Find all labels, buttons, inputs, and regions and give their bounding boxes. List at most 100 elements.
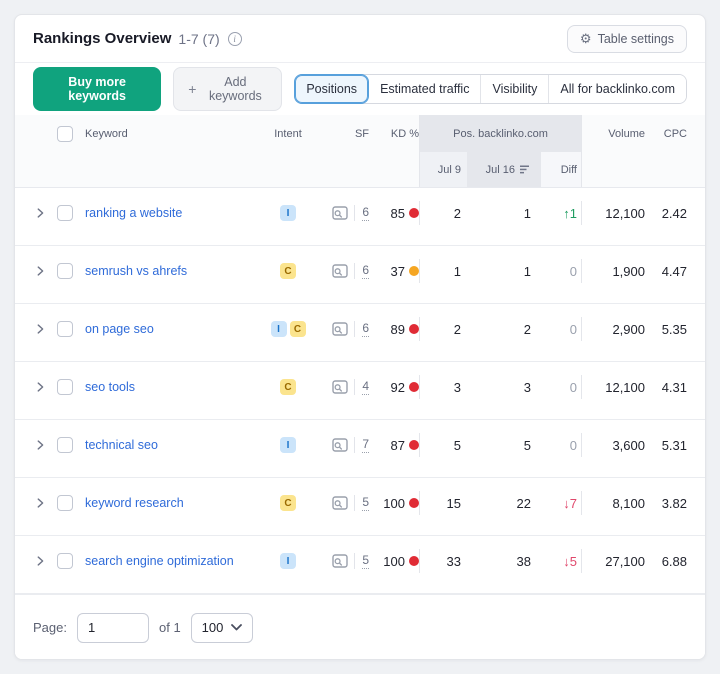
serp-features-icon[interactable] [332, 496, 348, 510]
intent-badge-c[interactable]: C [280, 495, 296, 511]
keyword-link[interactable]: search engine optimization [85, 554, 234, 568]
intent-badge-c[interactable]: C [280, 263, 296, 279]
subheader-cpc-spacer [645, 152, 687, 187]
intent-badges: C [265, 491, 311, 515]
chevron-right-icon[interactable] [33, 554, 47, 568]
sf-divider [354, 263, 355, 279]
tab-visibility[interactable]: Visibility [480, 75, 548, 103]
gear-icon: ⚙ [580, 32, 592, 45]
table-row: search engine optimization I 5 100 33 38 [15, 536, 705, 594]
column-header-sf[interactable]: SF [311, 115, 369, 152]
row-checkbox[interactable] [57, 495, 73, 511]
column-header-jul9[interactable]: Jul 9 [419, 152, 467, 187]
sf-count[interactable]: 6 [362, 263, 369, 280]
table-row: keyword research C 5 100 15 22 ↓7 [15, 478, 705, 536]
add-keywords-button[interactable]: + Add keywords [173, 67, 282, 111]
pos-jul9-value: 2 [454, 322, 461, 337]
row-checkbox[interactable] [57, 553, 73, 569]
buy-more-keywords-button[interactable]: Buy more keywords [33, 67, 161, 111]
kd-value: 37 [391, 264, 405, 279]
diff-value: 0 [570, 380, 577, 395]
column-header-intent[interactable]: Intent [265, 115, 311, 152]
row-checkbox[interactable] [57, 205, 73, 221]
sf-count[interactable]: 5 [362, 495, 369, 512]
pos-jul16-value: 1 [524, 206, 531, 221]
sf-count[interactable]: 6 [362, 205, 369, 222]
cpc-value: 4.31 [662, 380, 687, 395]
volume-value: 3,600 [612, 438, 645, 453]
serp-features-icon[interactable] [332, 322, 348, 336]
page-size-select[interactable]: 100 [191, 613, 254, 643]
sort-descending-icon [520, 164, 531, 175]
table-row: ranking a website I 6 85 2 1 ↑1 [15, 188, 705, 246]
column-group-pos: Pos. backlinko.com [419, 115, 581, 152]
tab-estimated-traffic[interactable]: Estimated traffic [368, 75, 480, 103]
chevron-right-icon[interactable] [33, 322, 47, 336]
page-label: Page: [33, 620, 67, 635]
info-icon[interactable]: i [228, 32, 242, 46]
intent-badge-c[interactable]: C [290, 321, 306, 337]
intent-badges: I [265, 433, 311, 457]
sf-count[interactable]: 7 [362, 437, 369, 454]
table-settings-button[interactable]: ⚙ Table settings [567, 25, 687, 53]
intent-badge-i[interactable]: I [271, 321, 287, 337]
page-number-input[interactable] [77, 613, 149, 643]
column-header-cpc[interactable]: CPC [645, 115, 687, 152]
volume-value: 27,100 [605, 554, 645, 569]
serp-features-icon[interactable] [332, 264, 348, 278]
serp-features-icon[interactable] [332, 438, 348, 452]
volume-value: 2,900 [612, 322, 645, 337]
column-header-diff[interactable]: Diff [541, 152, 581, 187]
sf-divider [354, 321, 355, 337]
row-checkbox[interactable] [57, 321, 73, 337]
kd-dot [409, 266, 419, 276]
keyword-link[interactable]: seo tools [85, 380, 135, 394]
jul16-label: Jul 16 [486, 164, 515, 176]
chevron-right-icon[interactable] [33, 206, 47, 220]
tab-all-for-domain[interactable]: All for backlinko.com [548, 75, 686, 103]
row-checkbox[interactable] [57, 263, 73, 279]
column-header-jul16[interactable]: Jul 16 [467, 152, 541, 187]
keyword-link[interactable]: semrush vs ahrefs [85, 264, 187, 278]
column-header-keyword[interactable]: Keyword [85, 115, 265, 152]
intent-badge-i[interactable]: I [280, 437, 296, 453]
keyword-link[interactable]: technical seo [85, 438, 158, 452]
sf-count[interactable]: 4 [362, 379, 369, 396]
page-size-value: 100 [202, 620, 224, 635]
sf-count[interactable]: 6 [362, 321, 369, 338]
intent-badge-i[interactable]: I [280, 205, 296, 221]
keyword-link[interactable]: keyword research [85, 496, 184, 510]
diff-value: 0 [570, 264, 577, 279]
chevron-right-icon[interactable] [33, 380, 47, 394]
row-checkbox[interactable] [57, 379, 73, 395]
serp-features-icon[interactable] [332, 206, 348, 220]
serp-features-icon[interactable] [332, 380, 348, 394]
kd-value: 85 [391, 206, 405, 221]
select-all-checkbox[interactable] [57, 126, 73, 142]
results-range: 1-7 (7) [178, 31, 219, 47]
intent-badge-i[interactable]: I [280, 553, 296, 569]
table-row: technical seo I 7 87 5 5 0 [15, 420, 705, 478]
pos-jul9-value: 33 [447, 554, 461, 569]
rankings-overview-card: Rankings Overview 1-7 (7) i ⚙ Table sett… [14, 14, 706, 660]
row-checkbox[interactable] [57, 437, 73, 453]
column-header-kd[interactable]: KD % [369, 115, 419, 152]
chevron-right-icon[interactable] [33, 496, 47, 510]
sf-count[interactable]: 5 [362, 553, 369, 570]
serp-features-icon[interactable] [332, 554, 348, 568]
cpc-value: 5.31 [662, 438, 687, 453]
tab-positions[interactable]: Positions [295, 75, 368, 103]
kd-value: 100 [383, 554, 405, 569]
add-keywords-label: Add keywords [203, 75, 267, 103]
intent-badges: I [265, 201, 311, 225]
volume-value: 12,100 [605, 206, 645, 221]
intent-badge-c[interactable]: C [280, 379, 296, 395]
intent-badges: C [265, 259, 311, 283]
keyword-link[interactable]: ranking a website [85, 206, 182, 220]
keyword-link[interactable]: on page seo [85, 322, 154, 336]
chevron-right-icon[interactable] [33, 264, 47, 278]
chevron-right-icon[interactable] [33, 438, 47, 452]
volume-value: 1,900 [612, 264, 645, 279]
column-header-volume[interactable]: Volume [581, 115, 645, 152]
diff-value: 0 [570, 322, 577, 337]
